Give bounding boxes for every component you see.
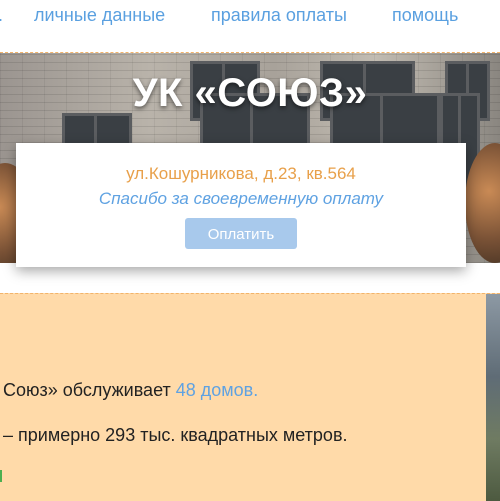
nav-link-personal-data[interactable]: личные данные bbox=[34, 5, 165, 26]
nav-link-payment-rules[interactable]: правила оплаты bbox=[211, 5, 347, 26]
info-section: Союз» обслуживает 48 домов. – примерно 2… bbox=[0, 293, 500, 501]
thanks-message: Спасибо за своевременную оплату bbox=[98, 189, 384, 208]
nav-link-help[interactable]: помощь bbox=[392, 5, 458, 26]
page-title: УК «СОЮЗ» bbox=[132, 71, 368, 115]
nav-link-partial[interactable]: ... bbox=[0, 5, 3, 26]
pay-button[interactable]: Оплатить bbox=[185, 218, 297, 249]
info-line-houses: Союз» обслуживает 48 домов. bbox=[3, 380, 258, 401]
houses-count-link[interactable]: 48 домов. bbox=[176, 380, 259, 400]
green-marker bbox=[0, 470, 2, 482]
address-text: ул.Кошурникова, д.23, кв.564 bbox=[126, 164, 356, 183]
info-line-houses-text: Союз» обслуживает bbox=[3, 380, 171, 400]
side-photo bbox=[486, 294, 500, 501]
top-navigation: ... личные данные правила оплаты помощь bbox=[0, 0, 500, 53]
payment-card: ул.Кошурникова, д.23, кв.564 Спасибо за … bbox=[16, 143, 466, 267]
info-line-area: – примерно 293 тыс. квадратных метров. bbox=[3, 425, 348, 445]
